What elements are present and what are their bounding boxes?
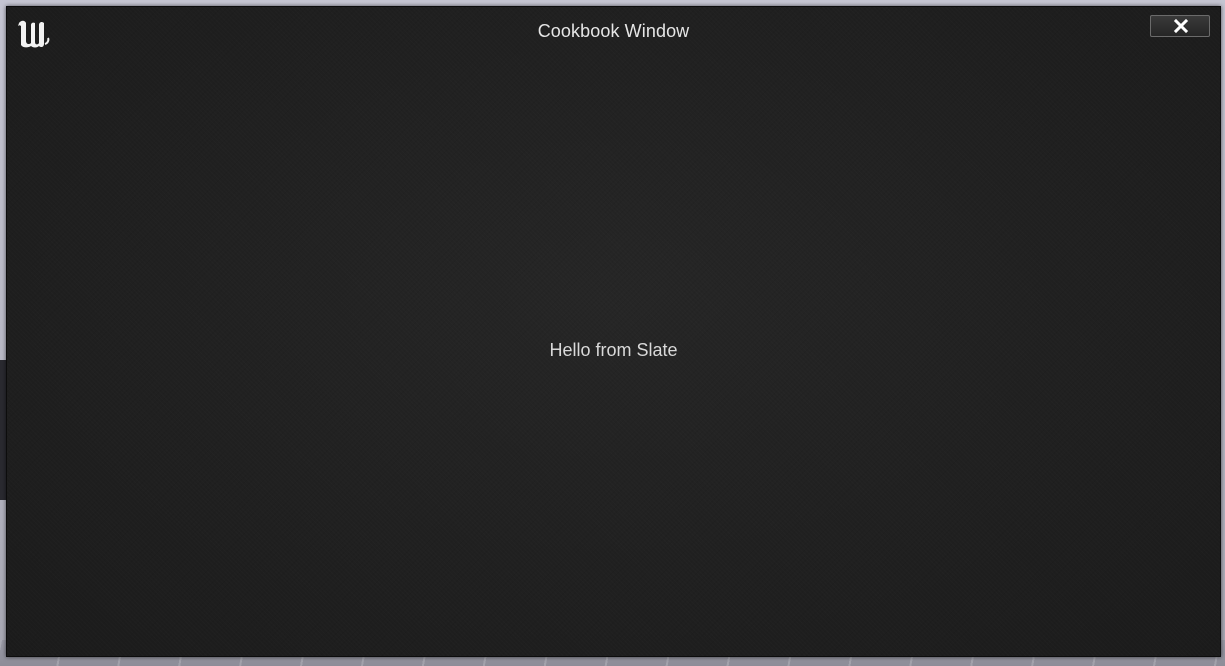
cookbook-window: Cookbook Window Hello from Slate <box>6 6 1221 657</box>
window-title-bar[interactable]: Cookbook Window <box>7 7 1220 57</box>
close-icon <box>1173 18 1189 34</box>
window-title: Cookbook Window <box>537 21 690 41</box>
close-button[interactable] <box>1150 15 1210 37</box>
hello-text: Hello from Slate <box>549 340 678 360</box>
